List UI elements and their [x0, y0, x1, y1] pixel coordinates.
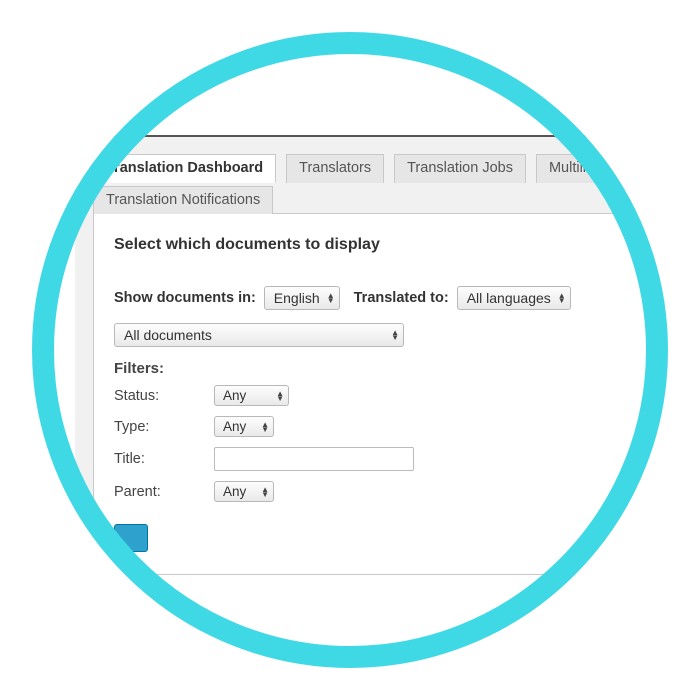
show-documents-label: Show documents in:: [114, 290, 256, 306]
parent-label: Parent:: [114, 484, 214, 500]
title-input[interactable]: [214, 447, 414, 471]
stepper-icon: ▲▼: [327, 293, 335, 303]
status-value: Any: [223, 388, 246, 403]
title-label: Title:: [114, 451, 214, 467]
panel-title: Select which documents to display: [114, 236, 692, 254]
stepper-icon: ▲▼: [391, 330, 399, 340]
tab-translation-notifications[interactable]: Translation Notifications: [93, 186, 273, 214]
show-documents-select[interactable]: English ▲▼: [264, 286, 340, 310]
tabs-secondary-row: Translation Notifications: [75, 183, 695, 214]
show-documents-value: English: [274, 290, 320, 306]
tab-translation-dashboard[interactable]: Translation Dashboard: [93, 154, 276, 183]
stepper-icon: ▲▼: [276, 391, 284, 401]
type-select[interactable]: Any ▲▼: [214, 416, 274, 437]
parent-select[interactable]: Any ▲▼: [214, 481, 274, 502]
documents-panel: Select which documents to display Show d…: [93, 213, 700, 575]
document-scope-select[interactable]: All documents ▲▼: [114, 323, 404, 347]
tabs-primary-row: Translation Dashboard Translators Transl…: [75, 137, 695, 183]
type-value: Any: [223, 419, 246, 434]
translation-window: Translation Dashboard Translators Transl…: [75, 135, 695, 575]
stepper-icon: ▲▼: [261, 422, 269, 432]
status-label: Status:: [114, 388, 214, 404]
translated-to-value: All languages: [467, 290, 551, 306]
translated-to-label: Translated to:: [354, 290, 449, 306]
parent-value: Any: [223, 484, 246, 499]
type-label: Type:: [114, 419, 214, 435]
document-scope-value: All documents: [124, 327, 212, 343]
translated-to-select[interactable]: All languages ▲▼: [457, 286, 571, 310]
stepper-icon: ▲▼: [558, 293, 566, 303]
submit-button[interactable]: [114, 524, 148, 552]
decorative-accent: [330, 18, 365, 21]
tab-translators[interactable]: Translators: [286, 154, 384, 183]
stepper-icon: ▲▼: [261, 487, 269, 497]
tab-translation-jobs[interactable]: Translation Jobs: [394, 154, 526, 183]
filters-heading: Filters:: [114, 360, 692, 377]
tab-multilingual[interactable]: Multilingual: [536, 154, 635, 183]
status-select[interactable]: Any ▲▼: [214, 385, 289, 406]
